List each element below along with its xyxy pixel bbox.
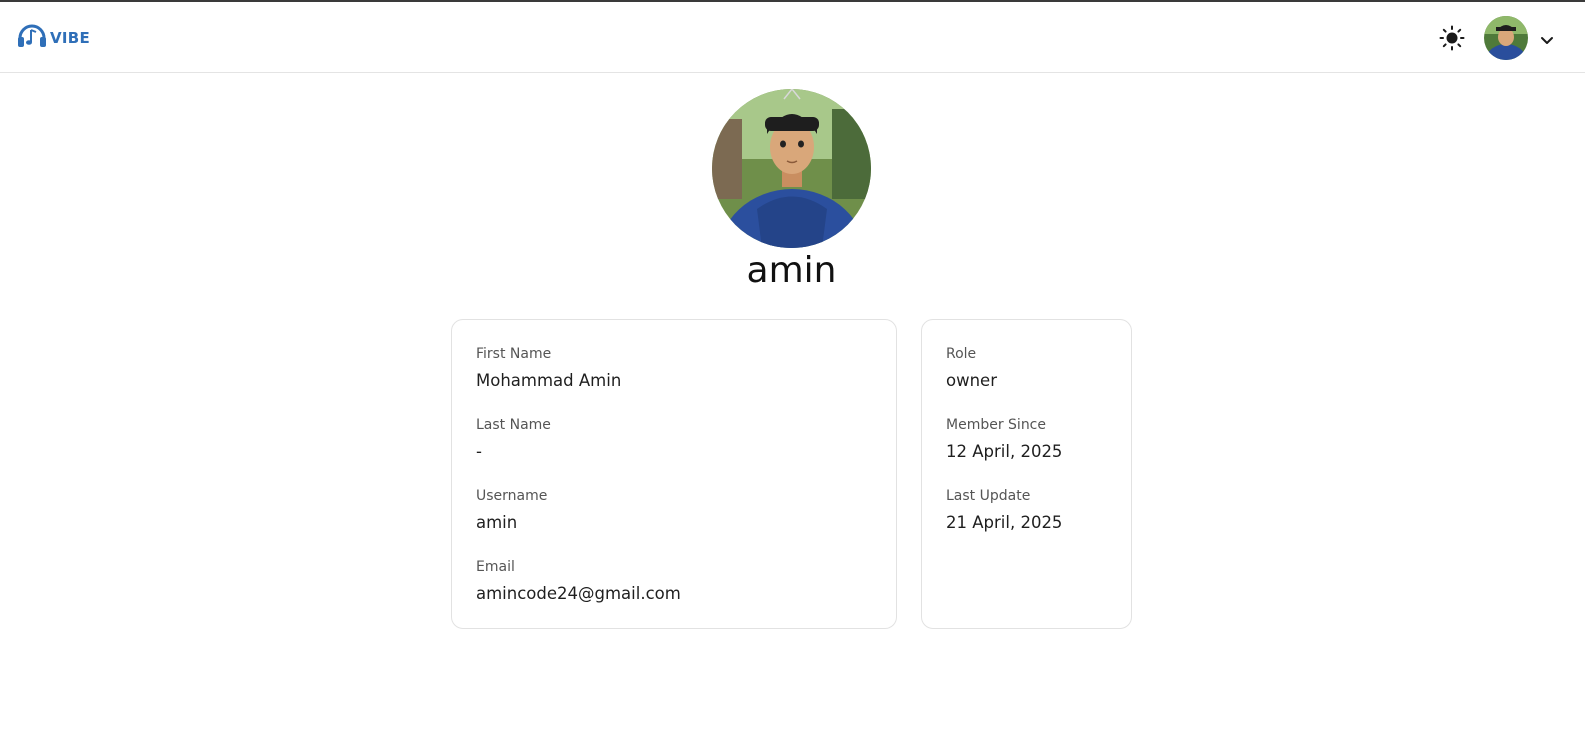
field-value: owner	[946, 371, 997, 390]
field-value: amin	[476, 513, 518, 532]
username-field: Username amin	[476, 488, 872, 559]
profile-details-card: First Name Mohammad Amin Last Name - Use…	[451, 319, 897, 629]
member-since-field: Member Since 12 April, 2025	[946, 417, 1107, 488]
user-avatar-menu[interactable]	[1484, 16, 1528, 60]
field-value: amincode24@gmail.com	[476, 584, 681, 603]
field-label: Username	[476, 488, 548, 504]
profile-username-title: amin	[746, 250, 837, 291]
field-label: Member Since	[946, 417, 1046, 433]
field-label: Role	[946, 346, 977, 362]
email-field: Email amincode24@gmail.com	[476, 559, 872, 630]
role-field: Role owner	[946, 346, 1107, 417]
first-name-field: First Name Mohammad Amin	[476, 346, 872, 417]
profile-meta-card: Role owner Member Since 12 April, 2025 L…	[921, 319, 1132, 629]
top-navbar: VIBE	[0, 2, 1585, 73]
sun-icon	[1439, 25, 1465, 55]
field-value: Mohammad Amin	[476, 371, 622, 390]
field-label: Email	[476, 559, 515, 575]
last-name-field: Last Name -	[476, 417, 872, 488]
chevron-down-icon[interactable]	[1540, 32, 1554, 44]
last-update-field: Last Update 21 April, 2025	[946, 488, 1107, 559]
theme-toggle-button[interactable]	[1438, 25, 1466, 55]
field-value: 12 April, 2025	[946, 442, 1063, 461]
app-logo[interactable]: VIBE	[18, 24, 90, 52]
headphones-music-icon	[18, 24, 48, 52]
field-value: -	[476, 442, 482, 461]
field-label: First Name	[476, 346, 552, 362]
profile-avatar	[712, 89, 871, 248]
field-value: 21 April, 2025	[946, 513, 1063, 532]
logo-text: VIBE	[50, 29, 91, 47]
field-label: Last Name	[476, 417, 551, 433]
field-label: Last Update	[946, 488, 1031, 504]
